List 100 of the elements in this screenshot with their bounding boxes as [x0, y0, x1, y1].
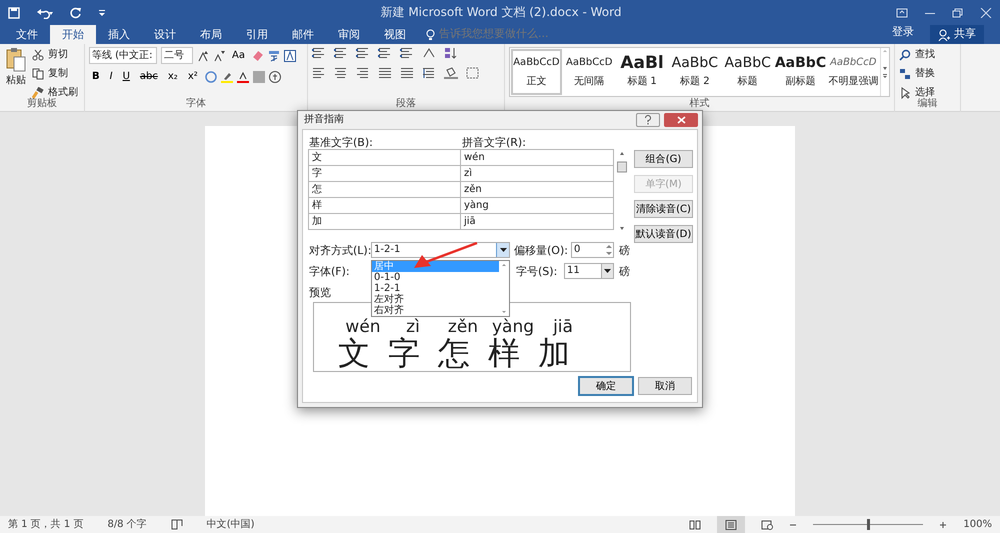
ribbon-tab[interactable]: 引用 [234, 25, 280, 44]
proofing-icon[interactable] [170, 519, 183, 530]
base-text-cell[interactable]: 加 [308, 213, 461, 230]
unit-label: 磅 [619, 243, 630, 259]
web-layout-icon[interactable] [761, 520, 774, 530]
paint-bucket-icon[interactable] [444, 67, 458, 79]
dropdown-option[interactable]: 右对齐 [372, 305, 499, 316]
dropdown-icon [500, 248, 506, 252]
close-button[interactable] [664, 113, 698, 127]
ribbon-tab[interactable]: 插入 [96, 25, 142, 44]
font-color-icon[interactable] [236, 70, 249, 82]
redo-icon[interactable] [70, 6, 82, 18]
pinyin-text: zěn [446, 319, 480, 336]
shrink-font-icon[interactable] [213, 50, 225, 62]
editing-action[interactable]: 查找 [899, 47, 956, 62]
read-mode-icon[interactable] [689, 520, 702, 530]
highlighter-icon[interactable] [220, 70, 233, 82]
close-icon[interactable] [980, 8, 992, 18]
align-center-icon[interactable] [334, 67, 348, 79]
clipboard-action[interactable]: 复制 [32, 66, 78, 81]
field-label: 偏移量(O): [514, 243, 568, 259]
zoom-in-icon[interactable] [939, 520, 948, 528]
dialog-button[interactable]: 清除读音(C) [634, 200, 693, 218]
format-button[interactable]: I [106, 68, 116, 85]
save-icon[interactable] [8, 6, 20, 18]
paintbrush-icon [32, 86, 44, 98]
font-name-field[interactable]: 等线 (中文正: [89, 47, 157, 64]
undo-icon[interactable] [36, 6, 54, 18]
language-indicator: 中文(中国) [206, 518, 255, 532]
gallery-scrollbar[interactable] [880, 48, 890, 96]
font-size-combo[interactable]: 11 [564, 263, 614, 279]
base-text-cell[interactable]: 文 [308, 149, 461, 166]
text-effects-icon[interactable] [204, 70, 217, 82]
style-item[interactable]: AaBbC 副标题 [774, 48, 827, 96]
align-right-icon[interactable] [356, 67, 370, 79]
align-left-icon[interactable] [312, 67, 326, 79]
zoom-slider-thumb[interactable] [867, 519, 870, 530]
field-label: 字号(S): [516, 264, 558, 280]
ribbon-display-icon[interactable] [896, 8, 908, 18]
grow-font-icon[interactable] [197, 50, 209, 62]
zoom-level[interactable]: 100% [963, 517, 992, 532]
paste-button[interactable]: 粘贴 [4, 47, 28, 112]
format-button[interactable]: x₂ [164, 68, 181, 85]
share-button[interactable]: 共享 [930, 25, 984, 44]
style-item[interactable]: AaBbC 标题 2 [668, 48, 722, 96]
pinyin-cell[interactable]: wén [460, 149, 614, 166]
ribbon-tab[interactable]: 设计 [142, 25, 188, 44]
style-item[interactable]: AaBbCcD 正文 [510, 48, 563, 96]
ribbon-tab[interactable]: 视图 [372, 25, 418, 44]
restore-icon[interactable] [952, 8, 964, 18]
style-item[interactable]: AaBl 标题 1 [616, 48, 668, 96]
format-button[interactable]: B [89, 68, 103, 85]
style-item[interactable]: AaBbCcD 无间隔 [562, 48, 616, 96]
style-item[interactable]: AaBbCcD 不明显强调 [826, 48, 880, 96]
enclose-character-icon[interactable] [268, 70, 281, 82]
pinyin-text: yàng [490, 319, 536, 336]
help-button[interactable] [636, 113, 660, 127]
clipboard-action[interactable]: 剪切 [32, 47, 78, 62]
dialog-button[interactable]: 默认读音(D) [634, 225, 693, 243]
ribbon-tab[interactable]: 邮件 [280, 25, 326, 44]
tell-me-field[interactable]: 告诉我您想要做什么... [439, 26, 599, 43]
dialog-button[interactable]: 组合(G) [634, 150, 693, 168]
ribbon-tab[interactable]: 审阅 [326, 25, 372, 44]
distributed-icon[interactable] [400, 67, 414, 79]
line-spacing-icon[interactable] [422, 67, 436, 79]
dropdown-icon [604, 269, 611, 273]
scrollbar-drawing[interactable] [617, 150, 627, 232]
customize-icon[interactable] [98, 8, 106, 16]
borders-icon[interactable] [466, 67, 480, 79]
alignment-combo[interactable]: 1-2-1 [371, 242, 510, 258]
cancel-button[interactable]: 取消 [638, 377, 692, 395]
group-label: 编辑 [916, 96, 938, 111]
pinyin-cell[interactable]: jiā [460, 213, 614, 230]
format-button[interactable]: abc [136, 68, 161, 85]
format-button[interactable]: U [120, 68, 133, 85]
format-button[interactable]: x² [184, 68, 201, 85]
justify-icon[interactable] [378, 67, 392, 79]
page-icon [725, 520, 738, 530]
ok-button[interactable]: 确定 [579, 377, 633, 395]
sign-in-link[interactable]: 登录 [892, 24, 914, 40]
increase-indent-icon[interactable] [400, 47, 414, 59]
ribbon-tab[interactable]: 文件 [4, 25, 50, 44]
ribbon-tab[interactable]: 布局 [188, 25, 234, 44]
multilevel-list-icon[interactable] [356, 47, 370, 59]
field-label: 基准文字(B): [309, 135, 373, 151]
bullets-icon[interactable] [312, 47, 326, 59]
decrease-indent-icon[interactable] [378, 47, 392, 59]
offset-spinner[interactable]: 0 [571, 242, 614, 258]
dropdown-option[interactable]: 0-1-0 [372, 272, 499, 283]
dropdown-option[interactable]: 左对齐 [372, 294, 499, 305]
numbering-icon[interactable] [334, 47, 348, 59]
print-layout-button[interactable] [717, 516, 746, 533]
sort-icon[interactable] [444, 47, 458, 59]
style-item[interactable]: AaBbC 标题 [721, 48, 774, 96]
dropdown-option[interactable]: 1-2-1 [372, 283, 499, 294]
editing-action[interactable]: 替换 [899, 66, 956, 81]
change-case-button[interactable]: Aa [229, 47, 248, 64]
ribbon-tab[interactable]: 开始 [50, 25, 96, 44]
font-size-field[interactable]: 二号 [161, 47, 193, 64]
character-border-icon[interactable] [284, 50, 296, 62]
